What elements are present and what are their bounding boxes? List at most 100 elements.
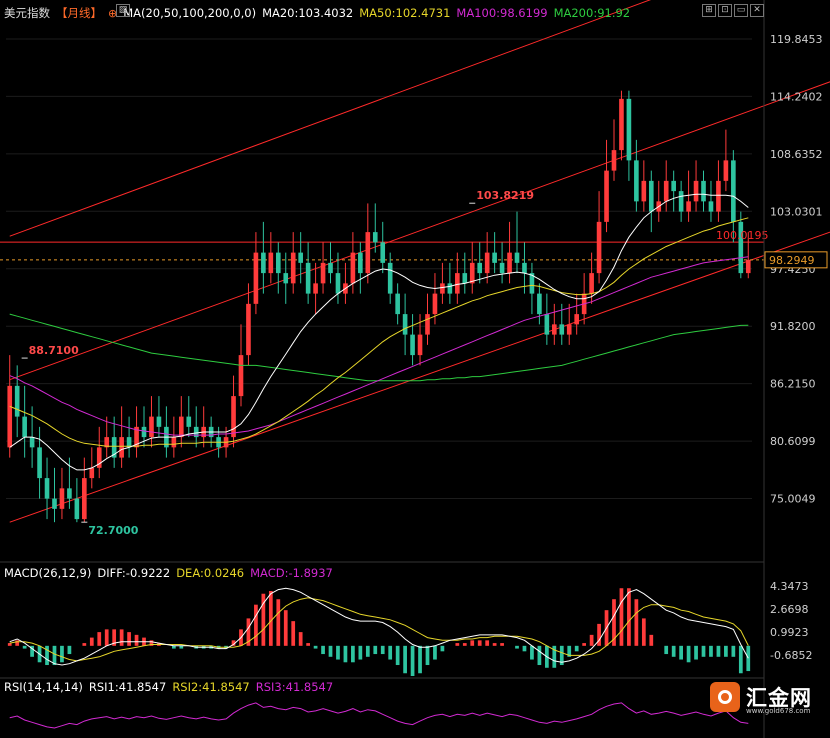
candle-body: [484, 252, 490, 274]
candle-body: [544, 314, 550, 335]
candle-body: [402, 314, 408, 335]
close-icon[interactable]: ✕: [750, 4, 764, 17]
ma20-line: [9, 193, 749, 471]
trend-channels: [0, 0, 830, 523]
macd-tick-label: 0.9923: [770, 626, 809, 639]
y-tick-label: 108.6352: [770, 148, 823, 161]
y-tick-label: 119.8453: [770, 33, 823, 46]
candle-body: [7, 385, 13, 448]
rsi3-value: RSI3:41.8547: [255, 680, 334, 694]
maximize-icon[interactable]: ▭: [734, 4, 748, 17]
hline-label: 100.0195: [716, 229, 769, 242]
ma50-line: [9, 217, 749, 447]
y-tick-label: 80.6099: [770, 435, 816, 448]
candle-body: [119, 437, 124, 458]
ma200-value: MA200:91.92: [553, 6, 631, 20]
y-tick-label: 114.2402: [770, 90, 823, 103]
grid-layer: [6, 38, 752, 500]
candle-body: [731, 160, 736, 222]
rsi-line: [9, 702, 749, 729]
candle-body: [611, 150, 617, 171]
rsi-indicator-header: RSI(14,14,14) RSI1:41.8547 RSI2:41.8547 RSI…: [4, 680, 339, 694]
candle-body: [559, 324, 565, 335]
candle-body: [74, 498, 80, 520]
instrument-title: 美元指数: [4, 6, 50, 20]
macd-tick-label: 4.3473: [770, 580, 809, 593]
candle-body: [320, 262, 326, 284]
candle-body: [626, 98, 632, 161]
candle-body: [328, 262, 333, 274]
candle-body: [67, 488, 72, 499]
annotation-label: 103.8219: [476, 189, 534, 202]
candle-body: [619, 98, 624, 151]
candle-body: [372, 232, 378, 243]
candle-body: [432, 293, 438, 315]
candle-body: [261, 252, 266, 274]
candle-body: [440, 283, 445, 294]
indicator-toggle-icon[interactable]: ▨: [116, 4, 130, 17]
candle-body: [514, 252, 520, 263]
candle-body: [574, 314, 580, 325]
main-indicator-header: 美元指数 【月线】 ⊕ MA(20,50,100,200,0,0) MA20:103.4…: [4, 6, 636, 21]
candle-body: [186, 416, 192, 427]
candle-body: [14, 385, 20, 417]
zoom-icon[interactable]: ⊡: [718, 4, 732, 17]
candle-body: [37, 447, 42, 479]
chart-svg: 100.019588.710072.7000103.8219114.7940 1…: [0, 0, 830, 738]
candle-body: [350, 252, 356, 284]
candle-body: [82, 478, 87, 520]
candle-body: [59, 488, 65, 509]
candle-body: [149, 416, 154, 438]
logo-url: www.gold678.com: [746, 707, 811, 715]
rsi-params[interactable]: RSI(14,14,14): [4, 680, 83, 694]
ma200-line: [9, 313, 749, 382]
ma20-value: MA20:103.4032: [262, 6, 354, 20]
annotation-label: 72.7000: [88, 524, 138, 537]
candle-body: [716, 180, 721, 212]
y-tick-label: 103.0301: [770, 205, 823, 218]
candle-body: [380, 242, 386, 263]
candle-body: [551, 324, 557, 335]
ma100-value: MA100:98.6199: [456, 6, 548, 20]
candle-body: [141, 426, 147, 438]
candle-body: [298, 252, 303, 263]
candle-body: [425, 314, 430, 335]
period-label[interactable]: 【月线】: [56, 6, 102, 20]
ma-params[interactable]: MA(20,50,100,200,0,0): [123, 6, 256, 20]
candle-body: [745, 259, 751, 274]
candle-body: [634, 160, 639, 202]
gold678-logo: 汇金网 www.gold678.com: [706, 680, 826, 720]
candle-body: [238, 355, 244, 397]
candle-body: [455, 273, 460, 294]
price-annotations: 100.019588.710072.7000103.8219114.7940: [21, 189, 769, 537]
candle-body: [507, 252, 512, 274]
annotation-label: 88.7100: [29, 344, 79, 357]
candle-body: [566, 324, 572, 335]
candle-body: [469, 262, 475, 284]
candle-body: [499, 262, 505, 274]
candle-body: [387, 262, 393, 294]
y-tick-label: 86.2150: [770, 378, 816, 391]
logo-icon: [710, 682, 740, 712]
candle-body: [477, 262, 483, 274]
candle-body: [589, 273, 594, 294]
crosshair-icon[interactable]: ⊞: [702, 4, 716, 17]
candle-body: [246, 303, 251, 356]
candle-body: [275, 252, 281, 274]
current-price-label: 98.2949: [769, 254, 815, 267]
candle-body: [693, 180, 699, 202]
candle-body: [395, 293, 400, 315]
candle-body: [253, 252, 259, 304]
candle-body: [537, 293, 542, 315]
candle-body: [44, 478, 50, 499]
channel-line: [9, 231, 830, 523]
rsi1-value: RSI1:41.8547: [88, 680, 167, 694]
candle-body: [686, 201, 691, 212]
candle-body: [596, 221, 602, 274]
candle-body: [417, 334, 423, 356]
candle-body: [708, 201, 714, 212]
macd-value: MACD:-1.8937: [250, 566, 333, 580]
candle-body: [447, 283, 453, 294]
macd-params[interactable]: MACD(26,12,9): [4, 566, 91, 580]
candle-body: [671, 180, 676, 192]
